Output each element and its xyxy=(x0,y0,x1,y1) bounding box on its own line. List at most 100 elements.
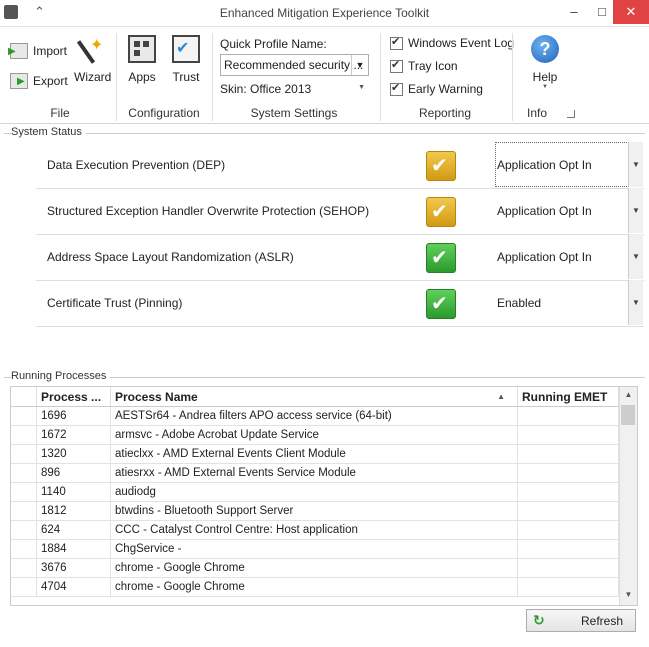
column-header-running-emet[interactable]: Running EMET xyxy=(518,387,619,407)
scrollbar-thumb[interactable] xyxy=(621,405,635,425)
group-label-configuration: Configuration xyxy=(128,106,200,120)
skin-label: Skin: Office 2013 xyxy=(220,82,312,96)
trust-button[interactable]: ✔ Trust xyxy=(168,35,204,84)
tray-icon-checkbox[interactable]: Tray Icon xyxy=(390,58,458,73)
chevron-down-icon[interactable]: ▼ xyxy=(628,280,643,325)
help-icon: ? xyxy=(531,35,559,63)
row-indicator xyxy=(11,578,37,597)
chevron-down-icon[interactable]: ▼ xyxy=(628,188,643,233)
table-row[interactable]: 1812 btwdins - Bluetooth Support Server xyxy=(11,502,619,521)
trust-label: Trust xyxy=(172,70,200,84)
row-indicator xyxy=(11,521,37,540)
cell-process-id: 896 xyxy=(37,464,111,483)
cell-running-emet xyxy=(518,502,619,521)
refresh-label: Refresh xyxy=(580,614,624,628)
row-indicator xyxy=(11,540,37,559)
vertical-scrollbar[interactable]: ▲ ▼ xyxy=(619,387,637,605)
help-button[interactable]: ? Help ▼ xyxy=(526,35,564,90)
group-label-system-settings: System Settings xyxy=(250,106,338,120)
wizard-button[interactable]: ✦ Wizard xyxy=(74,35,112,84)
table-row[interactable]: 4704 chrome - Google Chrome xyxy=(11,578,619,597)
cell-process-name: armsvc - Adobe Acrobat Update Service xyxy=(111,426,518,445)
chevron-down-icon: ▼ xyxy=(542,84,548,90)
ribbon-separator xyxy=(116,33,117,121)
cell-running-emet xyxy=(518,521,619,540)
checkbox-checked-icon xyxy=(390,35,403,50)
yellow-check-icon: ✔ xyxy=(426,151,456,181)
refresh-button[interactable]: ↻ Refresh xyxy=(526,609,636,632)
row-indicator xyxy=(11,483,37,502)
import-button[interactable]: ▶ Import xyxy=(8,43,68,59)
early-warning-label: Early Warning xyxy=(408,82,483,96)
cell-process-id: 1672 xyxy=(37,426,111,445)
cell-process-id: 1884 xyxy=(37,540,111,559)
system-status-title: System Status xyxy=(11,126,86,138)
ribbon-separator xyxy=(380,33,381,121)
column-header-process-name[interactable]: Process Name ▲ xyxy=(111,387,518,407)
table-row[interactable]: 1672 armsvc - Adobe Acrobat Update Servic… xyxy=(11,426,619,445)
cell-running-emet xyxy=(518,464,619,483)
table-row[interactable]: 3676 chrome - Google Chrome xyxy=(11,559,619,578)
status-row-sehop: Structured Exception Handler Overwrite P… xyxy=(36,188,644,235)
row-indicator xyxy=(11,559,37,578)
ribbon-separator xyxy=(512,33,513,121)
column-header-label: Process Name xyxy=(115,390,198,404)
quick-profile-dropdown[interactable]: Recommended security ... ▼ xyxy=(220,54,369,76)
windows-event-log-label: Windows Event Log xyxy=(408,36,515,50)
chevron-down-icon: ▼ xyxy=(358,84,365,91)
scroll-up-icon[interactable]: ▲ xyxy=(620,390,637,399)
table-row[interactable]: 1140 audiodg xyxy=(11,483,619,502)
table-row[interactable]: 896 atiesrxx - AMD External Events Servic… xyxy=(11,464,619,483)
minimize-button[interactable]: – xyxy=(560,0,588,24)
cell-running-emet xyxy=(518,559,619,578)
status-row-dep: Data Execution Prevention (DEP) ✔ Applic… xyxy=(36,142,644,189)
trust-certificate-icon: ✔ xyxy=(172,35,200,63)
cell-process-id: 1140 xyxy=(37,483,111,502)
close-button[interactable]: ✕ xyxy=(613,0,649,24)
status-value: Application Opt In xyxy=(497,250,592,264)
yellow-check-icon: ✔ xyxy=(426,197,456,227)
skin-selector[interactable]: Skin: Office 2013 ▼ xyxy=(220,82,369,98)
ribbon-separator xyxy=(212,33,213,121)
status-row-aslr: Address Space Layout Randomization (ASLR… xyxy=(36,234,644,281)
table-row[interactable]: 624 CCC - Catalyst Control Centre: Host a… xyxy=(11,521,619,540)
chevron-down-icon[interactable]: ▼ xyxy=(628,142,643,187)
cell-process-id: 624 xyxy=(37,521,111,540)
row-indicator xyxy=(11,407,37,426)
status-row-label: Data Execution Prevention (DEP) xyxy=(47,158,226,172)
table-row[interactable]: 1884 ChgService - xyxy=(11,540,619,559)
quick-profile-value: Recommended security ... xyxy=(224,58,364,72)
green-check-icon: ✔ xyxy=(426,243,456,273)
cell-running-emet xyxy=(518,483,619,502)
cell-process-name: btwdins - Bluetooth Support Server xyxy=(111,502,518,521)
tray-icon-label: Tray Icon xyxy=(408,59,458,73)
quick-profile-label: Quick Profile Name: xyxy=(220,37,327,51)
scroll-down-icon[interactable]: ▼ xyxy=(620,590,637,599)
wizard-label: Wizard xyxy=(74,70,112,84)
cell-process-id: 1696 xyxy=(37,407,111,426)
export-button[interactable]: ▶ Export xyxy=(10,73,68,89)
checkbox-checked-icon xyxy=(390,81,403,96)
column-header-process-id[interactable]: Process ... xyxy=(37,387,111,407)
dialog-launcher-icon[interactable] xyxy=(567,110,575,118)
status-row-label: Structured Exception Handler Overwrite P… xyxy=(47,204,370,218)
chevron-down-icon[interactable]: ▼ xyxy=(628,234,643,279)
help-label: Help xyxy=(532,70,558,84)
import-label: Import xyxy=(33,44,68,58)
cell-process-id: 4704 xyxy=(37,578,111,597)
table-row[interactable]: 1320 atieclxx - AMD External Events Clien… xyxy=(11,445,619,464)
cell-running-emet xyxy=(518,426,619,445)
early-warning-checkbox[interactable]: Early Warning xyxy=(390,81,483,96)
export-icon: ▶ xyxy=(10,73,28,89)
windows-event-log-checkbox[interactable]: Windows Event Log xyxy=(390,35,515,50)
status-row-cert-trust: Certificate Trust (Pinning) ✔ Enabled ▼ xyxy=(36,280,644,327)
cell-process-id: 1812 xyxy=(37,502,111,521)
status-value: Application Opt In xyxy=(497,204,592,218)
apps-button[interactable]: Apps xyxy=(124,35,160,84)
maximize-button[interactable]: □ xyxy=(588,0,616,24)
cell-process-name: AESTSr64 - Andrea filters APO access ser… xyxy=(111,407,518,426)
status-value: Enabled xyxy=(497,296,542,310)
wizard-wand-icon: ✦ xyxy=(76,35,106,64)
group-label-info: Info xyxy=(526,106,547,120)
table-row[interactable]: 1696 AESTSr64 - Andrea filters APO access… xyxy=(11,407,619,426)
